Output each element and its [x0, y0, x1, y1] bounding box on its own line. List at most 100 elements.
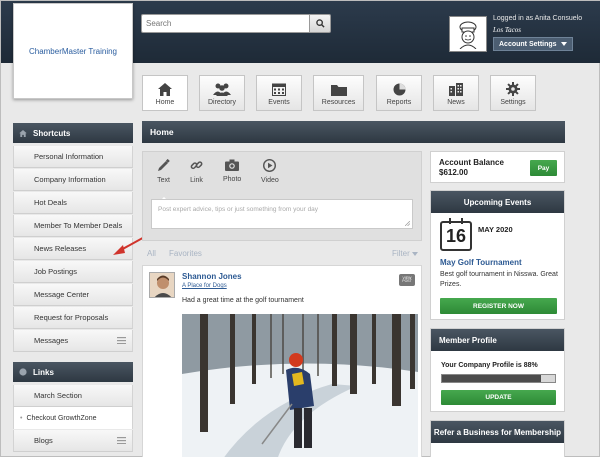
sidebar-item-message-center[interactable]: Message Center: [13, 284, 133, 306]
logged-in-text: Logged in as Anita Consuelo: [493, 15, 583, 22]
filter-label: Filter: [391, 249, 410, 258]
nav-reports[interactable]: Reports: [376, 75, 422, 111]
post-type-text[interactable]: Text: [157, 159, 170, 203]
search-bar: [141, 14, 331, 33]
company-name: Los Tacos: [493, 26, 521, 34]
nav-resources[interactable]: Resources: [313, 75, 364, 111]
chef-avatar-icon: [459, 21, 477, 49]
golf-snow-photo: [182, 314, 418, 457]
pie-chart-icon: [393, 83, 405, 96]
post-message: Had a great time at the golf tournament: [182, 297, 304, 304]
update-button[interactable]: UPDATE: [441, 390, 556, 405]
post-textarea[interactable]: Post expert advice, tips or just somethi…: [151, 199, 413, 229]
camera-icon: [225, 159, 240, 171]
balance-value: $612.00: [439, 168, 468, 177]
post-company-link[interactable]: A Place for Dogs: [182, 283, 227, 289]
view-post-label: VIEW POST: [402, 275, 412, 283]
main-nav: Home Directory Events Resources Reports …: [142, 75, 536, 111]
profile-progress-bar: [441, 374, 556, 383]
filter-all-tab[interactable]: All: [147, 249, 156, 258]
sidebar-item-label: Blogs: [34, 436, 53, 445]
folder-icon: [330, 85, 347, 96]
organization-logo[interactable]: ChamberMaster Training: [13, 3, 133, 99]
event-month: MAY 2020: [478, 225, 513, 234]
sidebar-item-company-information[interactable]: Company Information: [13, 169, 133, 191]
search-icon: [315, 19, 325, 28]
logo-text: ChamberMaster Training: [28, 46, 118, 56]
post-placeholder: Post expert advice, tips or just somethi…: [158, 206, 319, 213]
update-label: UPDATE: [485, 394, 512, 401]
refer-business-header: Refer a Business for Membership: [431, 421, 564, 443]
user-avatar[interactable]: [449, 16, 487, 52]
register-now-button[interactable]: REGISTER NOW: [440, 298, 557, 314]
search-input[interactable]: [141, 14, 309, 33]
menu-icon[interactable]: [117, 337, 126, 344]
chevron-down-icon: [412, 252, 418, 256]
nav-home[interactable]: Home: [142, 75, 188, 111]
post-photo[interactable]: [182, 314, 418, 457]
register-label: REGISTER NOW: [473, 302, 524, 310]
author-avatar[interactable]: [149, 272, 175, 298]
page-title: Home: [150, 127, 174, 137]
post-type-video[interactable]: Video: [261, 159, 279, 184]
sidebar-link-checkout-growthzone[interactable]: • Checkout GrowthZone: [13, 407, 133, 429]
home-icon: [158, 83, 172, 96]
sidebar-item-label: Request for Proposals: [34, 313, 109, 322]
chain-link-icon: [190, 161, 203, 170]
account-settings-button[interactable]: Account Settings: [493, 37, 573, 51]
sidebar-item-march-section[interactable]: March Section: [13, 385, 133, 407]
links-title: Links: [33, 367, 54, 377]
filter-dropdown[interactable]: Filter: [392, 249, 418, 258]
post-type-photo[interactable]: Photo: [223, 159, 241, 183]
sidebar-item-blogs[interactable]: Blogs: [13, 430, 133, 452]
event-title-link[interactable]: May Golf Tournament: [440, 258, 522, 267]
upcoming-events-title: Upcoming Events: [463, 197, 532, 207]
search-button[interactable]: [309, 14, 331, 33]
upcoming-events-box: Upcoming Events 16 MAY 2020 May Golf Tou…: [430, 190, 565, 320]
balance-label: Account Balance: [439, 158, 504, 167]
event-description: Best golf tournament in Nisswa. Great Pr…: [440, 271, 558, 288]
user-area: Logged in as Anita Consuelo Los Tacos Ac…: [449, 13, 597, 55]
nav-events-label: Events: [268, 99, 290, 106]
post-type-link[interactable]: Link: [190, 159, 203, 184]
view-post-button[interactable]: VIEW POST: [399, 274, 415, 286]
filter-favorites-tab[interactable]: Favorites: [169, 249, 202, 258]
sidebar-item-hot-deals[interactable]: Hot Deals: [13, 192, 133, 214]
post-author[interactable]: Shannon Jones: [182, 272, 242, 281]
sidebar-item-personal-information[interactable]: Personal Information: [13, 146, 133, 168]
sidebar-item-label: Personal Information: [34, 152, 104, 161]
menu-icon[interactable]: [117, 437, 126, 444]
person-photo-icon: [150, 273, 174, 297]
sidebar-item-request-for-proposals[interactable]: Request for Proposals: [13, 307, 133, 329]
nav-reports-label: Reports: [386, 99, 412, 106]
sidebar-item-label: Company Information: [34, 175, 106, 184]
member-profile-title: Member Profile: [439, 335, 497, 345]
nav-home-label: Home: [155, 99, 175, 106]
nav-settings-label: Settings: [500, 99, 526, 106]
shortcuts-header: Shortcuts: [13, 123, 133, 143]
sidebar-item-label: Member To Member Deals: [34, 221, 123, 230]
account-balance-box: Account Balance $612.00 Pay: [430, 151, 565, 183]
account-settings-label: Account Settings: [499, 40, 557, 48]
nav-events[interactable]: Events: [256, 75, 302, 111]
sidebar-item-messages[interactable]: Messages: [13, 330, 133, 352]
refer-business-box: Refer a Business for Membership: [430, 420, 565, 457]
nav-directory[interactable]: Directory: [199, 75, 245, 111]
nav-news[interactable]: News: [433, 75, 479, 111]
pencil-icon: [158, 159, 170, 171]
post-type-label: Text: [157, 177, 170, 184]
sidebar-item-label: March Section: [34, 391, 82, 400]
shortcuts-title: Shortcuts: [33, 128, 71, 138]
nav-news-label: News: [447, 99, 465, 106]
member-profile-box: Member Profile Your Company Profile is 8…: [430, 328, 565, 412]
nav-resources-label: Resources: [321, 99, 356, 106]
chevron-down-icon: [560, 42, 567, 46]
nav-settings[interactable]: Settings: [490, 75, 536, 111]
pay-button[interactable]: Pay: [530, 160, 557, 176]
sidebar-item-label: News Releases: [34, 244, 87, 253]
bullet-icon: •: [20, 414, 23, 422]
resize-handle-icon[interactable]: [405, 221, 410, 226]
links-header: Links: [13, 362, 133, 382]
sidebar-item-job-postings[interactable]: Job Postings: [13, 261, 133, 283]
gear-icon: [506, 82, 520, 96]
